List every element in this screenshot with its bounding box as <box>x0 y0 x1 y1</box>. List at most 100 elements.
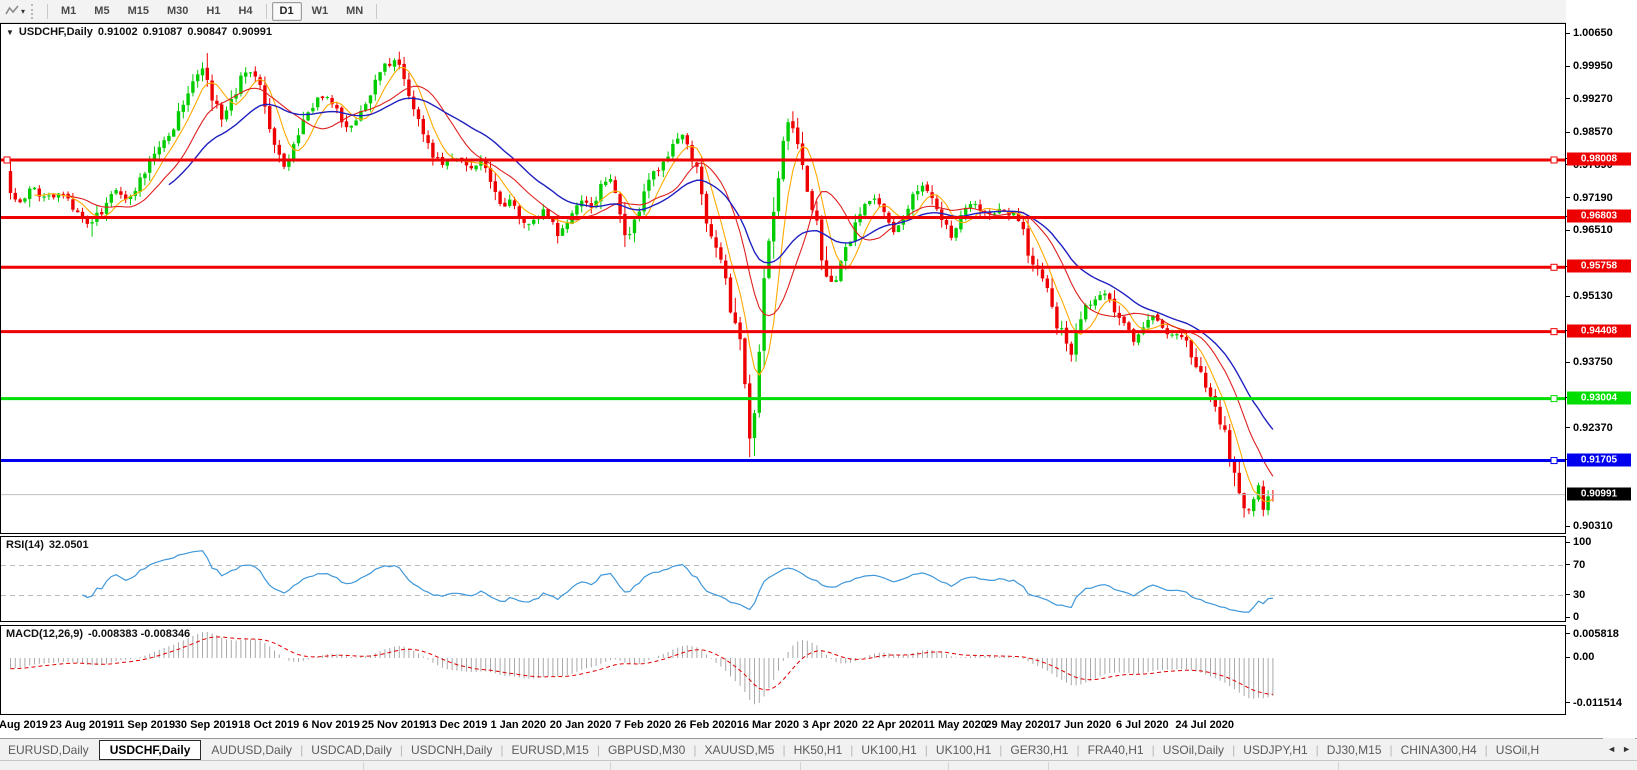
macd-indicator-panel[interactable]: MACD(12,26,9) -0.008383 -0.008346 <box>0 625 1566 715</box>
rsi-canvas[interactable] <box>1 537 1565 621</box>
chart-tab-uk100-h1[interactable]: UK100,H1 <box>928 739 999 761</box>
chart-tab-ger30-h1[interactable]: GER30,H1 <box>1002 739 1076 761</box>
chart-tab-usoil-h[interactable]: USOil,H <box>1488 739 1547 761</box>
tab-scroll-right-icon[interactable]: ► <box>1622 744 1631 754</box>
rsi-indicator-panel[interactable]: RSI(14) 32.0501 <box>0 536 1566 622</box>
timeframe-button-w1[interactable]: W1 <box>304 2 337 21</box>
status-bar-divider <box>800 762 801 770</box>
chart-tab-gbpusd-m30[interactable]: GBPUSD,M30 <box>600 739 693 761</box>
ohlc-low: 0.90847 <box>187 26 228 38</box>
macd-name: MACD(12,26,9) <box>6 628 84 640</box>
candle-body <box>556 222 560 237</box>
chart-tab-china300-h4[interactable]: CHINA300,H4 <box>1393 739 1485 761</box>
chart-tab-eurusd-daily[interactable]: EURUSD,Daily <box>0 739 97 761</box>
price-level-badge: 0.93004 <box>1567 391 1631 405</box>
candle-body <box>916 191 920 195</box>
candle-body <box>680 134 685 140</box>
price-chart-panel[interactable]: ▼ USDCHF,Daily 0.91002 0.91087 0.90847 0… <box>0 23 1566 534</box>
candle-body <box>220 104 224 120</box>
candle-body <box>373 79 377 95</box>
toolbar-grip[interactable] <box>31 3 37 19</box>
level-handle[interactable] <box>1550 263 1558 271</box>
candle-body <box>1261 486 1265 510</box>
candle-body <box>1040 269 1045 279</box>
timeframe-button-m1[interactable]: M1 <box>53 2 84 21</box>
chart-tab-xauusd-m5[interactable]: XAUUSD,M5 <box>696 739 782 761</box>
candle-body <box>992 213 997 215</box>
toolbar-separator <box>47 3 49 19</box>
slow-ma-line[interactable] <box>168 97 1274 430</box>
chart-tab-dj30-m15[interactable]: DJ30,M15 <box>1319 739 1390 761</box>
candle-body <box>296 135 301 144</box>
candle-body <box>949 225 953 238</box>
candle-body <box>421 118 425 135</box>
candle-body <box>1252 499 1256 512</box>
chart-tab-usdcad-daily[interactable]: USDCAD,Daily <box>303 739 400 761</box>
price-axis-label: 0.96510 <box>1573 224 1613 237</box>
timeframe-button-h4[interactable]: H4 <box>230 2 260 21</box>
candle-body <box>378 72 382 81</box>
timeframe-button-d1[interactable]: D1 <box>271 1 302 21</box>
timeframe-button-m15[interactable]: M15 <box>120 2 157 21</box>
candle-body <box>791 121 795 129</box>
candle-body <box>143 173 147 179</box>
fast-ma-line[interactable] <box>34 67 1274 503</box>
rsi-label: RSI(14) 32.0501 <box>6 539 89 551</box>
candle-body <box>748 383 752 439</box>
date-axis-label: 5 Aug 2019 <box>0 719 48 731</box>
tab-scroll-left-icon[interactable]: ◄ <box>1607 744 1616 754</box>
chart-tab-hk50-h1[interactable]: HK50,H1 <box>786 739 851 761</box>
candle-body <box>100 211 104 215</box>
date-axis-label: 22 Apr 2020 <box>862 719 924 731</box>
level-handle[interactable] <box>1550 328 1558 336</box>
mid-ma-line[interactable] <box>67 85 1274 477</box>
date-axis-label: 3 Apr 2020 <box>802 719 858 731</box>
candle-body <box>810 191 814 210</box>
candle-body <box>1069 343 1073 355</box>
price-axis[interactable]: 1.006500.999500.992700.985700.978900.971… <box>1566 0 1637 770</box>
level-handle[interactable] <box>1550 395 1558 403</box>
axis-tick-mark <box>1566 564 1570 565</box>
date-axis-label: 25 Nov 2019 <box>361 719 426 731</box>
chart-tab-eurusd-m15[interactable]: EURUSD,M15 <box>503 739 596 761</box>
level-handle[interactable] <box>1550 156 1558 164</box>
chart-tab-usoil-daily[interactable]: USOil,Daily <box>1155 739 1232 761</box>
chart-tab-usdjpy-h1[interactable]: USDJPY,H1 <box>1235 739 1315 761</box>
candle-body <box>8 171 13 193</box>
date-axis-label: 6 Nov 2019 <box>302 719 360 731</box>
timeframe-button-m5[interactable]: M5 <box>86 2 117 21</box>
candle-body <box>90 222 94 224</box>
macd-axis-label: 0.005818 <box>1573 627 1619 640</box>
chart-tab-uk100-h1[interactable]: UK100,H1 <box>853 739 924 761</box>
toolbar-dropdown-icon[interactable]: ▾ <box>21 7 25 16</box>
chart-tab-fra40-h1[interactable]: FRA40,H1 <box>1080 739 1152 761</box>
candle-body <box>13 192 17 200</box>
candle-body <box>796 127 800 145</box>
date-axis-label: 24 Jul 2020 <box>1175 719 1235 731</box>
chart-tab-usdcnh-daily[interactable]: USDCNH,Daily <box>403 739 500 761</box>
rsi-axis-label: 0 <box>1573 611 1580 623</box>
level-handle[interactable] <box>3 156 11 164</box>
date-axis[interactable]: 5 Aug 201923 Aug 201911 Sep 201930 Sep 2… <box>0 715 1566 738</box>
candle-body <box>652 171 656 180</box>
timeframe-button-m30[interactable]: M30 <box>159 2 196 21</box>
collapse-chart-icon[interactable]: ▼ <box>6 28 14 40</box>
candle-body <box>426 135 430 144</box>
candle-body <box>1218 406 1222 425</box>
date-axis-label: 1 Jan 2020 <box>490 719 547 731</box>
chart-tab-usdchf-daily[interactable]: USDCHF,Daily <box>98 740 202 760</box>
drawing-tool-icon[interactable] <box>3 3 21 19</box>
candle-body <box>628 234 632 236</box>
macd-canvas[interactable] <box>1 626 1565 714</box>
chart-tab-audusd-daily[interactable]: AUDUSD,Daily <box>203 739 300 761</box>
price-axis-label: 0.93750 <box>1573 356 1613 369</box>
level-handle[interactable] <box>1550 457 1558 465</box>
timeframe-button-mn[interactable]: MN <box>338 2 371 21</box>
candle-body <box>239 75 243 94</box>
tab-scroll-controls: ◄ ► <box>1603 738 1635 760</box>
timeframe-button-h1[interactable]: H1 <box>198 2 228 21</box>
candle-body <box>877 198 881 205</box>
candlestick-canvas[interactable] <box>1 24 1565 533</box>
candle-body <box>42 196 46 198</box>
candle-body <box>704 193 709 224</box>
